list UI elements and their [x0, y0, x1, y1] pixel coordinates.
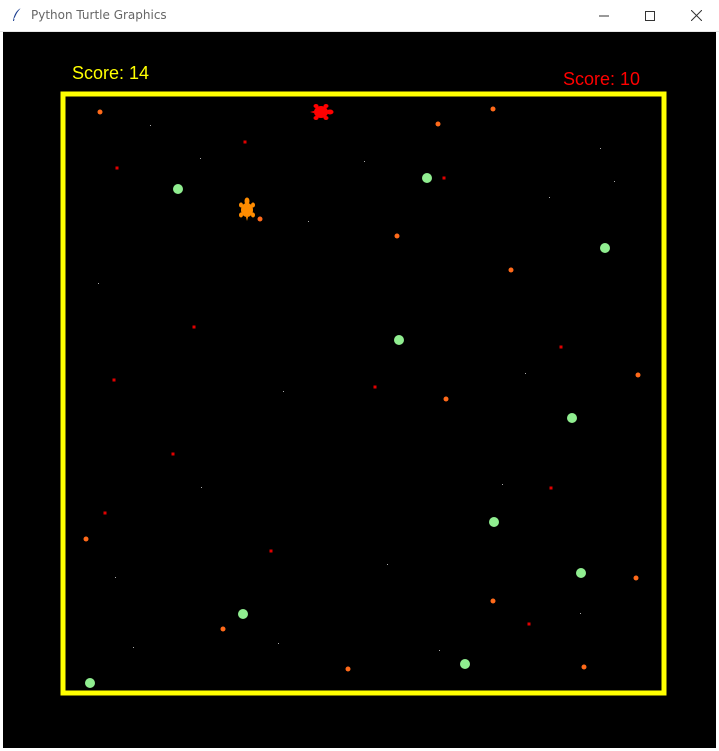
maximize-button[interactable]: [627, 0, 673, 31]
green-food: [489, 517, 499, 527]
orange-food: [394, 233, 400, 239]
red-food: [171, 452, 175, 456]
red-food: [442, 176, 446, 180]
green-food: [422, 173, 432, 183]
star-dot: [600, 148, 601, 149]
red-food: [115, 166, 119, 170]
star-dot: [502, 484, 503, 485]
orange-food: [508, 267, 514, 273]
star-dot: [439, 650, 440, 651]
orange-food: [490, 106, 496, 112]
red-food: [192, 325, 196, 329]
player2-turtle: [310, 104, 334, 120]
red-food: [243, 140, 247, 144]
close-button[interactable]: [673, 0, 719, 31]
star-layer: [98, 125, 615, 651]
green-food: [567, 413, 577, 423]
red-food: [269, 549, 273, 553]
green-food: [576, 568, 586, 578]
star-dot: [98, 283, 99, 284]
star-dot: [364, 161, 365, 162]
minimize-icon: [599, 15, 609, 16]
red-food: [112, 378, 116, 382]
green-food: [394, 335, 404, 345]
orange-food: [581, 664, 587, 670]
orange-food: [635, 372, 641, 378]
maximize-icon: [645, 10, 655, 21]
close-icon: [690, 10, 702, 21]
star-dot: [308, 221, 309, 222]
feather-icon: [13, 7, 22, 21]
orange-food: [443, 396, 449, 402]
star-dot: [150, 125, 151, 126]
red-food: [373, 385, 377, 389]
star-dot: [525, 373, 526, 374]
orange-food: [97, 109, 103, 115]
orange-food: [345, 666, 351, 672]
red-food: [549, 486, 553, 490]
red-food: [527, 622, 531, 626]
window-title: Python Turtle Graphics: [31, 8, 167, 22]
title-bar: Python Turtle Graphics: [0, 0, 719, 32]
red-food: [103, 511, 107, 515]
orange-food: [435, 121, 441, 127]
player1-turtle: [239, 197, 255, 221]
green-food: [238, 609, 248, 619]
green-food: [173, 184, 183, 194]
green-food: [600, 243, 610, 253]
star-dot: [549, 197, 550, 198]
turtle-canvas[interactable]: Score: 14 Score: 10: [3, 32, 716, 748]
minimize-button[interactable]: [581, 0, 627, 31]
star-dot: [278, 643, 279, 644]
orange-food: [83, 536, 89, 542]
game-arena: [60, 91, 667, 696]
star-dot: [201, 487, 202, 488]
orange-food: [490, 598, 496, 604]
arena-border: [60, 91, 667, 696]
star-dot: [283, 391, 284, 392]
orange-food: [633, 575, 639, 581]
orange-food: [257, 216, 263, 222]
food-layer: [83, 106, 641, 688]
star-dot: [614, 181, 615, 182]
star-dot: [133, 647, 134, 648]
star-dot: [115, 577, 116, 578]
green-food: [85, 678, 95, 688]
green-food: [460, 659, 470, 669]
orange-food: [220, 626, 226, 632]
star-dot: [200, 158, 201, 159]
red-food: [559, 345, 563, 349]
star-dot: [580, 613, 581, 614]
star-dot: [387, 564, 388, 565]
